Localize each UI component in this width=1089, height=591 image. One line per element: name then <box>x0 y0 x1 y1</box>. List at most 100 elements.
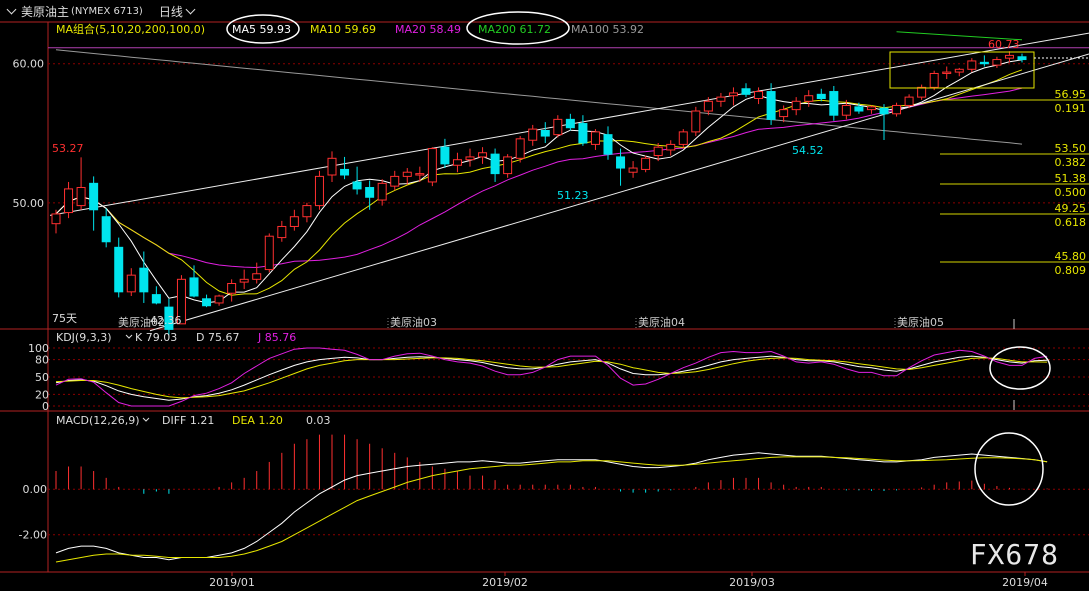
chart-canvas[interactable]: 60.00 50.00 56.950.191 53.500.382 51.380.500… <box>0 0 1089 591</box>
contract-mark-label: 美原油02 <box>118 315 165 329</box>
candle <box>478 147 488 164</box>
candle <box>666 140 676 156</box>
channel-lower-line <box>149 53 1089 332</box>
candle-body <box>51 213 61 225</box>
candle-body <box>189 277 199 297</box>
candle <box>816 88 826 102</box>
kdj-legend-title: KDJ(9,3,3) <box>56 331 112 344</box>
macd-dea-value: DEA 1.20 <box>232 414 283 427</box>
candle-body <box>314 175 324 207</box>
fib-ratio-label: 0.618 <box>1055 216 1087 229</box>
candle <box>804 90 814 107</box>
candle-body <box>365 187 375 198</box>
ma-legend-item: MA20 58.49 <box>395 23 461 36</box>
candle <box>741 83 751 98</box>
candle-body <box>578 123 588 144</box>
ma-legend-item: MA5 59.93 <box>232 23 291 36</box>
candle <box>327 151 337 182</box>
contract-mark-label: 美原油03 <box>390 315 437 329</box>
candle-body <box>866 106 876 111</box>
kdj-y-tick-label: 50 <box>35 371 49 384</box>
candle <box>515 136 525 163</box>
watermark: FX678 <box>969 538 1059 571</box>
candle <box>390 170 400 191</box>
candle <box>114 237 124 298</box>
candle-body <box>678 131 688 145</box>
ma20-line <box>55 87 1023 269</box>
fib-ratio-label: 0.500 <box>1055 186 1087 199</box>
candle-body <box>76 187 86 207</box>
candle-body <box>114 246 124 293</box>
candle <box>829 85 839 121</box>
candle <box>791 97 801 116</box>
candle-body <box>126 274 136 293</box>
kdj-k-value: K 79.03 <box>135 331 177 344</box>
candle-body <box>490 153 500 175</box>
y-tick-label: 60.00 <box>13 58 45 71</box>
fib-price-label: 49.25 <box>1055 202 1087 215</box>
x-tick-label: 2019/01 <box>209 576 255 589</box>
candle-body <box>879 107 889 115</box>
candle <box>942 66 952 80</box>
candle-body <box>616 156 626 169</box>
candle-body <box>540 129 550 137</box>
fib-price-label: 56.95 <box>1055 88 1087 101</box>
candle-body <box>252 273 262 280</box>
candle-body <box>465 156 475 161</box>
candle-body <box>666 143 676 151</box>
macd-diff-value: DIFF 1.21 <box>162 414 214 427</box>
macd-diff-line <box>55 452 1048 561</box>
candle <box>754 87 764 105</box>
candle <box>892 102 902 117</box>
candle <box>691 106 701 137</box>
candle-body <box>214 295 224 304</box>
candle-body <box>277 225 287 239</box>
candle <box>641 155 651 173</box>
candle-body <box>979 61 989 65</box>
candle <box>678 129 688 149</box>
candle-body <box>377 182 387 201</box>
x-tick-label: 2019/03 <box>729 576 775 589</box>
contract-mark-label: 美原油04 <box>638 315 685 329</box>
x-tick-label: 2019/02 <box>482 576 528 589</box>
candle <box>540 122 550 144</box>
macd-dea-line <box>55 456 1048 563</box>
fib-price-label: 45.80 <box>1055 250 1087 263</box>
candle <box>239 269 249 290</box>
chevron-down-icon <box>125 334 133 339</box>
fib-price-label: 53.50 <box>1055 142 1087 155</box>
x-tick-label: 2019/04 <box>1002 576 1048 589</box>
candle-body <box>289 216 299 227</box>
candle <box>289 209 299 231</box>
candle-body <box>302 205 312 218</box>
candle <box>1004 51 1014 63</box>
candle-body <box>716 96 726 102</box>
candle-body <box>239 278 249 283</box>
candle-body <box>653 146 663 157</box>
candle-body <box>352 181 362 190</box>
candle-body <box>1004 54 1014 59</box>
candle <box>490 148 500 182</box>
candle <box>440 138 450 169</box>
candle-body <box>766 91 776 120</box>
candle <box>139 251 149 303</box>
fib-ratio-label: 0.191 <box>1055 102 1087 115</box>
candle-body <box>139 267 149 293</box>
candle-body <box>904 96 914 106</box>
annotation-low-right: 54.52 <box>792 144 824 157</box>
kdj-y-tick-label: 80 <box>35 354 49 367</box>
candle-body <box>452 159 462 166</box>
macd-legend-title: MACD(12,26,9) <box>56 414 140 427</box>
macd-y-tick-label: 0.00 <box>23 483 48 496</box>
candle <box>628 161 638 178</box>
highlight-ellipse <box>989 346 1051 390</box>
ma-legend-item: MA10 59.69 <box>310 23 376 36</box>
candle <box>76 157 86 210</box>
fib-ratio-label: 0.809 <box>1055 264 1087 277</box>
candle <box>89 176 99 231</box>
candle <box>553 115 563 138</box>
candle <box>101 208 111 248</box>
candle-body <box>603 134 613 155</box>
candle-body <box>64 188 74 214</box>
ma-legend-item: MA100 53.92 <box>571 23 644 36</box>
